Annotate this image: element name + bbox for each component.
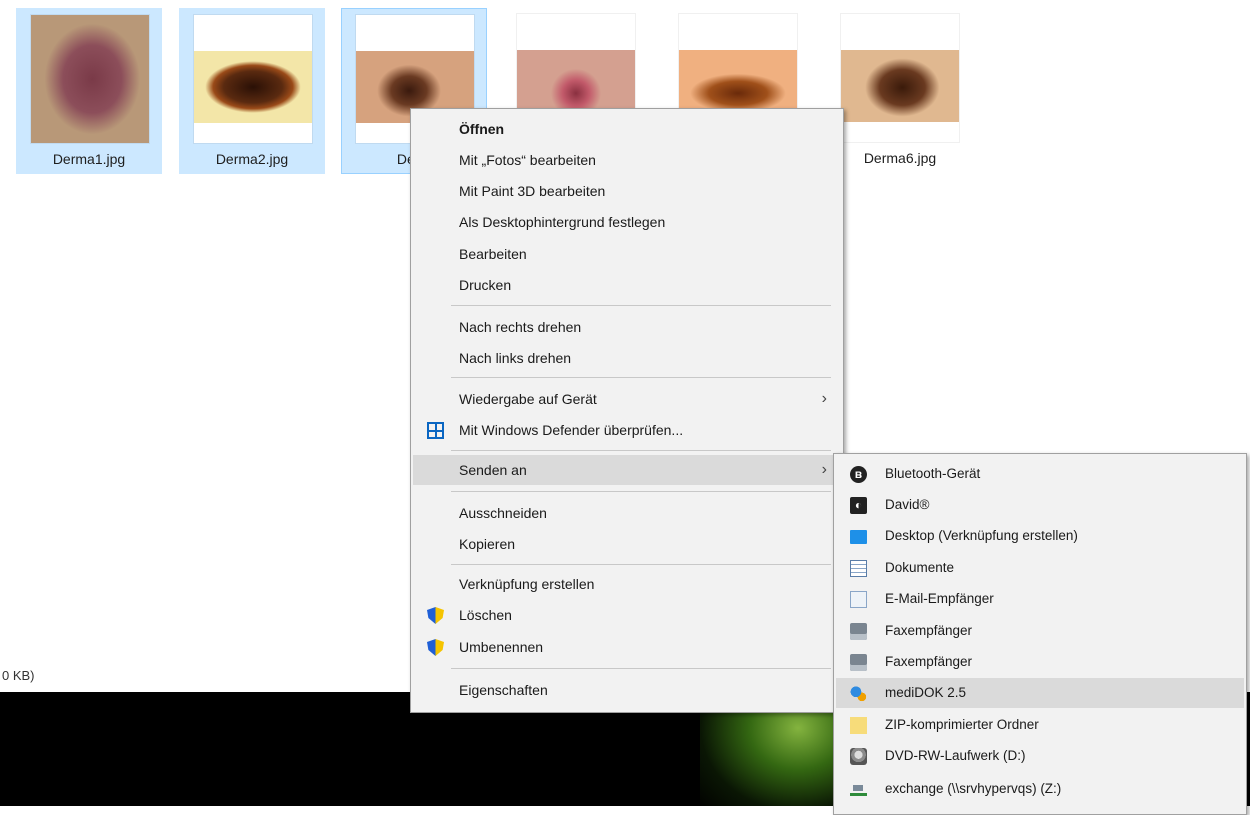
menu-separator bbox=[451, 491, 831, 492]
menu-item-rotate-left[interactable]: Nach links drehen bbox=[413, 343, 841, 373]
send-to-zip-folder[interactable]: ZIP-komprimierter Ordner bbox=[836, 710, 1244, 740]
file-tile-derma2[interactable]: Derma2.jpg bbox=[179, 8, 325, 174]
documents-icon bbox=[850, 560, 867, 577]
uac-shield-icon bbox=[427, 607, 444, 624]
menu-separator bbox=[451, 564, 831, 565]
menu-item-edit-with-photos[interactable]: Mit „Fotos“ bearbeiten bbox=[413, 145, 841, 175]
menu-item-edit[interactable]: Bearbeiten bbox=[413, 239, 841, 269]
menu-item-rename[interactable]: Umbenennen bbox=[413, 632, 841, 662]
send-to-fax-2[interactable]: Faxempfänger bbox=[836, 647, 1244, 677]
zip-folder-icon bbox=[850, 717, 867, 734]
fax-icon bbox=[850, 623, 867, 640]
send-to-david[interactable]: ◐ David® bbox=[836, 490, 1244, 520]
menu-item-scan-defender[interactable]: Mit Windows Defender überprüfen... bbox=[413, 415, 841, 445]
send-to-documents[interactable]: Dokumente bbox=[836, 553, 1244, 583]
send-to-mail-recipient[interactable]: E-Mail-Empfänger bbox=[836, 584, 1244, 614]
menu-item-cast-to-device[interactable]: Wiedergabe auf Gerät › bbox=[413, 384, 841, 414]
menu-item-create-shortcut[interactable]: Verknüpfung erstellen bbox=[413, 569, 841, 599]
network-drive-icon bbox=[850, 781, 867, 798]
menu-separator bbox=[451, 450, 831, 451]
status-text: 0 KB) bbox=[2, 668, 35, 683]
file-tile-derma1[interactable]: Derma1.jpg bbox=[16, 8, 162, 174]
menu-separator bbox=[451, 377, 831, 378]
menu-item-copy[interactable]: Kopieren bbox=[413, 529, 841, 559]
uac-shield-icon bbox=[427, 639, 444, 656]
menu-item-open[interactable]: Öffnen bbox=[413, 114, 841, 144]
desktop-icon bbox=[850, 530, 867, 544]
fax-icon bbox=[850, 654, 867, 671]
menu-item-cut[interactable]: Ausschneiden bbox=[413, 498, 841, 528]
thumbnail-derma2 bbox=[194, 15, 312, 143]
thumbnail-derma6 bbox=[841, 14, 959, 142]
medidok-icon bbox=[850, 685, 867, 702]
david-icon: ◐ bbox=[850, 497, 867, 514]
thumbnail-derma1 bbox=[31, 15, 149, 143]
bluetooth-icon: ʙ bbox=[850, 466, 867, 483]
send-to-network-drive[interactable]: exchange (\\srvhypervqs) (Z:) bbox=[836, 774, 1244, 804]
menu-separator bbox=[451, 668, 831, 669]
menu-item-print[interactable]: Drucken bbox=[413, 270, 841, 300]
menu-separator bbox=[451, 305, 831, 306]
send-to-bluetooth[interactable]: ʙ Bluetooth-Gerät bbox=[836, 459, 1244, 489]
file-name-label: Derma2.jpg bbox=[215, 151, 289, 167]
send-to-dvd-drive[interactable]: DVD-RW-Laufwerk (D:) bbox=[836, 741, 1244, 771]
menu-item-delete[interactable]: Löschen bbox=[413, 600, 841, 630]
submenu-arrow-icon: › bbox=[821, 461, 827, 478]
menu-item-send-to[interactable]: Senden an › bbox=[413, 455, 841, 485]
menu-item-edit-with-paint3d[interactable]: Mit Paint 3D bearbeiten bbox=[413, 176, 841, 206]
send-to-submenu: ʙ Bluetooth-Gerät ◐ David® Desktop (Verk… bbox=[833, 453, 1247, 815]
send-to-medidok[interactable]: mediDOK 2.5 bbox=[836, 678, 1244, 708]
send-to-fax-1[interactable]: Faxempfänger bbox=[836, 616, 1244, 646]
menu-item-properties[interactable]: Eigenschaften bbox=[413, 675, 841, 705]
context-menu: Öffnen Mit „Fotos“ bearbeiten Mit Paint … bbox=[410, 108, 844, 713]
file-name-label: Derma6.jpg bbox=[863, 150, 937, 166]
dvd-drive-icon bbox=[850, 748, 867, 765]
mail-icon bbox=[850, 591, 867, 608]
defender-icon bbox=[427, 422, 444, 439]
send-to-desktop[interactable]: Desktop (Verknüpfung erstellen) bbox=[836, 521, 1244, 551]
submenu-arrow-icon: › bbox=[821, 390, 827, 407]
file-name-label: Derma1.jpg bbox=[52, 151, 126, 167]
file-tile-derma6[interactable]: Derma6.jpg bbox=[827, 8, 973, 174]
menu-item-set-desktop-background[interactable]: Als Desktophintergrund festlegen bbox=[413, 207, 841, 237]
menu-item-rotate-right[interactable]: Nach rechts drehen bbox=[413, 312, 841, 342]
